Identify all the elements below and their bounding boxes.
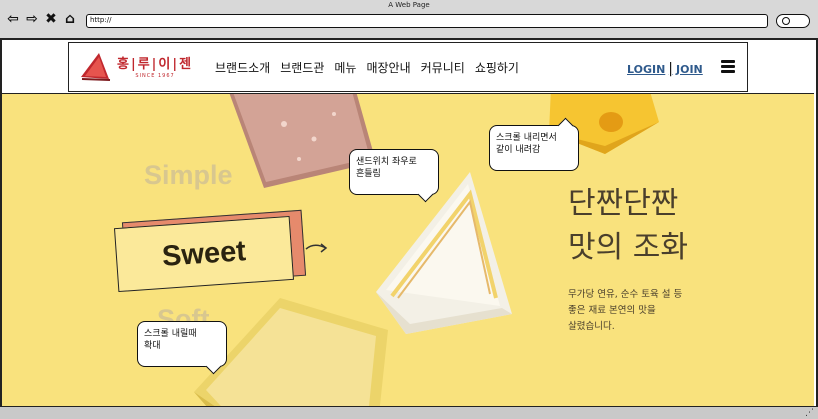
logo-since: SINCE 1967 [135,73,175,79]
main-nav: 브랜드소개 브랜드관 메뉴 매장안내 커뮤니티 쇼핑하기 [215,59,529,76]
headline-line-1: 단짠단짠 [568,186,679,221]
note-sandwich-wobble: 샌드위치 좌우로 흔들림 [349,149,439,195]
hamburger-menu-icon[interactable] [721,60,735,73]
note-scroll-zoom: 스크롤 내릴때 확대 [137,321,227,367]
nav-item-stores[interactable]: 매장안내 [366,59,410,76]
nav-item-community[interactable]: 커뮤니티 [421,59,465,76]
nav-item-shopping[interactable]: 쇼핑하기 [475,59,519,76]
logo-name: 홍|루|이|젠 [117,57,194,72]
close-icon[interactable]: ✖ [44,11,58,27]
note-scroll-down: 스크롤 내리면서 같이 내려감 [489,125,579,171]
forward-icon[interactable]: ⇨ [25,11,39,27]
hero-section: Simple Soft Sweet 단짠단짠 맛의 조화 무가당 연유, 순수 … [2,93,814,408]
desc-line-1: 무가당 연유, 순수 토육 설 등 [568,289,683,300]
back-icon[interactable]: ⇦ [6,11,20,27]
browser-nav: ⇦ ⇨ ✖ ⌂ [6,10,77,28]
word-sweet: Sweet [161,234,247,273]
headline-line-2: 맛의 조화 [568,230,688,265]
word-simple: Simple [144,160,233,190]
status-bar: ⋰ [0,406,818,419]
auth-separator: | [668,61,674,77]
nav-item-menu[interactable]: 메뉴 [334,59,356,76]
sweet-card: Sweet [113,215,295,293]
note-text: 확대 [144,341,161,351]
site-header: 홍|루|이|젠 SINCE 1967 브랜드소개 브랜드관 메뉴 매장안내 커뮤… [68,42,748,92]
note-text: 샌드위치 좌우로 [356,157,417,167]
home-icon[interactable]: ⌂ [63,11,77,27]
sandwich-logo-icon [81,53,111,81]
search-icon[interactable] [776,14,810,28]
note-text: 같이 내려감 [496,145,541,155]
join-link[interactable]: JOIN [676,63,703,76]
resize-grip-icon[interactable]: ⋰ [805,408,814,418]
url-bar[interactable]: http:// [86,14,768,28]
note-text: 스크롤 내릴때 [144,329,197,339]
desc-line-2: 좋은 재료 본연의 맛을 [568,305,656,316]
hero-description: 무가당 연유, 순수 토육 설 등 좋은 재료 본연의 맛을 살렸습니다. [568,287,682,335]
note-text: 흔들림 [356,169,381,179]
desc-line-3: 살렸습니다. [568,321,615,332]
nav-item-brand-intro[interactable]: 브랜드소개 [215,59,270,76]
arrow-right-icon [305,243,328,253]
window-title: A Web Page [388,1,430,9]
note-text: 스크롤 내리면서 [496,133,557,143]
login-link[interactable]: LOGIN [627,63,665,76]
brand-logo[interactable]: 홍|루|이|젠 SINCE 1967 [79,49,193,83]
auth-links: LOGIN | JOIN [627,61,703,77]
browser-chrome: A Web Page ⇦ ⇨ ✖ ⌂ http:// [0,0,818,40]
hero-headline: 단짠단짠 맛의 조화 [568,182,688,270]
nav-item-brand-hall[interactable]: 브랜드관 [280,59,324,76]
